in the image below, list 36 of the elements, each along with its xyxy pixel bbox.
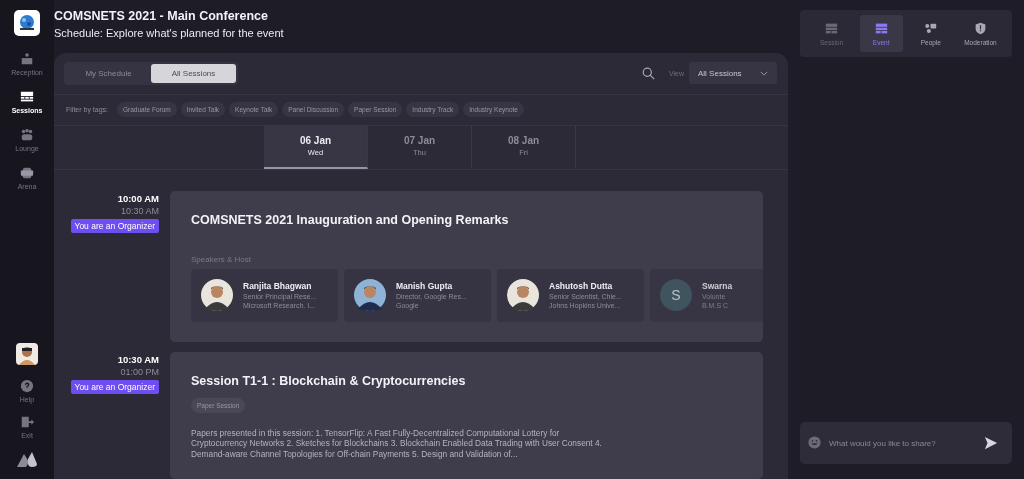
- toggle-tab[interactable]: All Sessions: [151, 63, 236, 83]
- send-icon[interactable]: [984, 436, 998, 450]
- speaker-name: Ranjita Bhagwan: [243, 281, 313, 291]
- speaker-name: Manish Gupta: [396, 281, 454, 291]
- page-subtitle: Schedule: Explore what's planned for the event: [54, 27, 285, 39]
- group-icon: [20, 128, 34, 142]
- stage-icon: [825, 21, 838, 35]
- session-description: Papers presented in this session: 1. TensorFlip: A Fast Fully-Decentralized Computational Lottery for Cryptocurrency Networks 2. Sketches for Blockchains 3. Blockchain Enabled Data Trading with User Consent 4. Demand-aware Channel Topologies for Off-chain Payments 5. Design and Validation of...: [191, 427, 603, 459]
- toggle-tab[interactable]: My Schedule: [66, 63, 151, 83]
- shield-icon: [973, 21, 987, 35]
- stage-icon: [20, 90, 34, 104]
- stage-icon: [874, 21, 888, 35]
- speaker-name: Ashutosh Dutta: [549, 281, 614, 291]
- event-title: COMSNETS 2021 - Main Conference: [54, 9, 269, 23]
- start-time: 10:30 AM: [117, 353, 159, 365]
- start-time: 10:00 AM: [117, 192, 159, 204]
- chat-input[interactable]: What would you like to share?: [800, 422, 1012, 464]
- avatar-initial: S: [660, 279, 692, 311]
- view-dropdown[interactable]: All Sessions: [689, 62, 777, 85]
- arena-icon: [20, 166, 34, 180]
- session-card[interactable]: [170, 190, 763, 342]
- chevron-down-icon: [760, 70, 768, 76]
- end-time: 01:00 PM: [120, 366, 159, 377]
- exit-icon: [20, 415, 34, 429]
- organizer-badge: You are an Organizer: [70, 379, 159, 394]
- speaker-name: Swarna: [702, 281, 733, 291]
- session-title: COMSNETS 2021 Inauguration and Opening Remarks: [191, 212, 510, 227]
- brand-logo-icon: [17, 451, 37, 467]
- building-icon: [20, 52, 34, 66]
- help-icon: [20, 379, 34, 393]
- organizer-badge: You are an Organizer: [70, 218, 159, 233]
- session-title: Session T1-1 : Blockchain & Cryptocurrencies: [191, 373, 467, 388]
- search-icon[interactable]: [641, 66, 655, 80]
- emoji-icon[interactable]: [808, 436, 821, 449]
- people-icon: [924, 21, 938, 35]
- end-time: 10:30 AM: [120, 205, 159, 216]
